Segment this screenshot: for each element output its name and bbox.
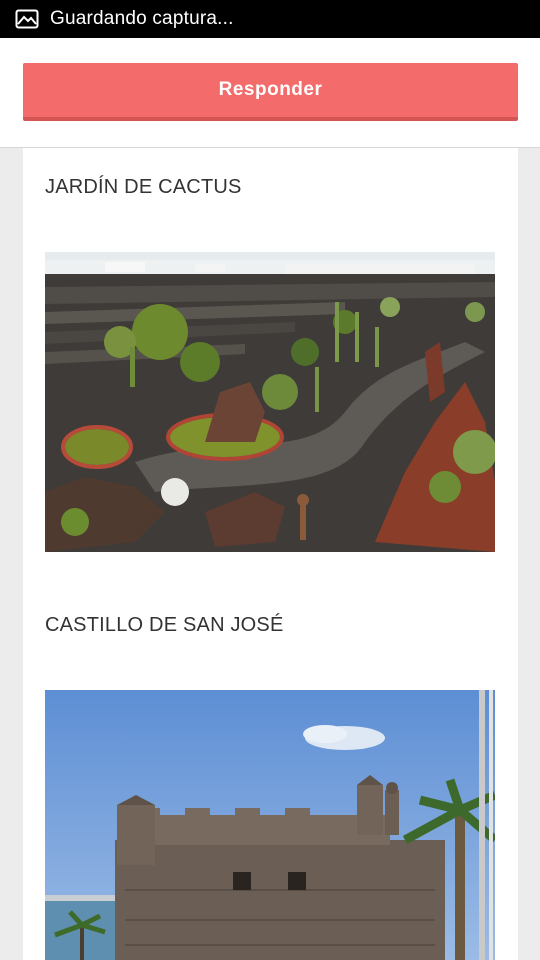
- section-title: JARDÍN DE CACTUS: [45, 176, 242, 198]
- section-title: CASTILLO DE SAN JOSÉ: [45, 614, 284, 636]
- castle-photo[interactable]: [45, 690, 495, 960]
- cactus-garden-photo[interactable]: [45, 252, 495, 552]
- status-text: Guardando captura...: [50, 8, 234, 29]
- reply-button[interactable]: Responder: [23, 63, 518, 121]
- image-icon: [14, 8, 40, 30]
- status-bar: Guardando captura...: [0, 0, 540, 38]
- article-content: JARDÍN DE CACTUS CASTILLO DE SAN JOSÉ: [23, 148, 518, 960]
- header: Responder: [0, 38, 540, 148]
